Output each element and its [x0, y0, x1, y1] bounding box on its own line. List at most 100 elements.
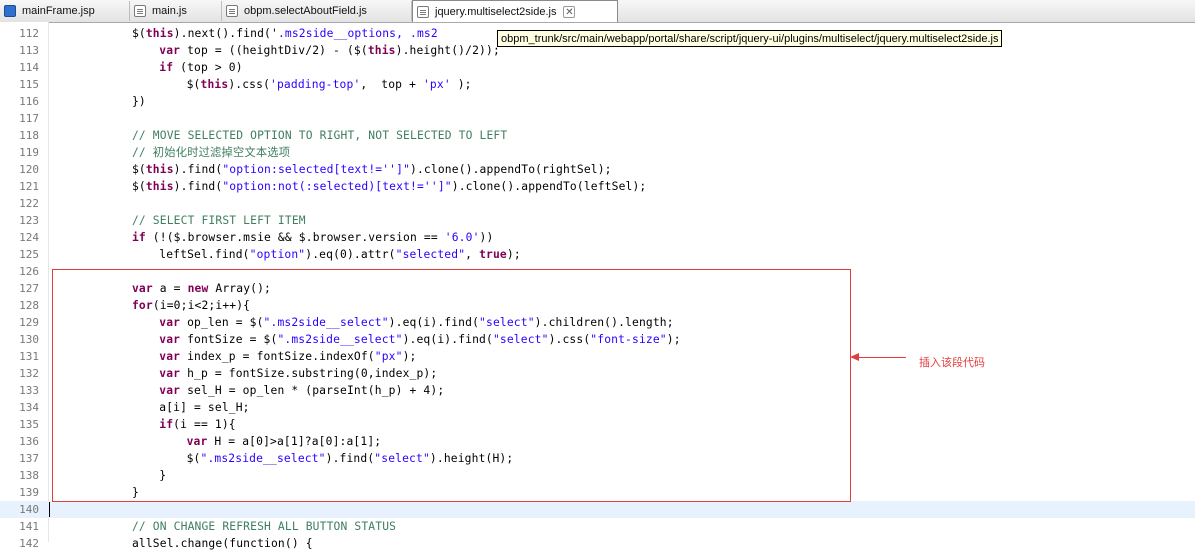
code-text: $(this).next().find('.ms2side__options, …: [132, 25, 438, 42]
close-icon[interactable]: ✕: [563, 5, 576, 18]
comment-token: // MOVE SELECTED OPTION TO RIGHT, NOT SE…: [131, 129, 508, 142]
string-token: 'px': [422, 78, 451, 91]
code-token: top = ((heightDiv/2) - ($(: [180, 44, 368, 57]
line-number: 135: [19, 418, 39, 431]
line-number: 127: [19, 282, 39, 295]
string-token: "option:not(:selected)[text!='']": [222, 180, 452, 193]
code-line[interactable]: 141 // ON CHANGE REFRESH ALL BUTTON STATU…: [0, 518, 1195, 535]
code-line[interactable]: 125 leftSel.find("option").eq(0).attr("se…: [0, 246, 1195, 263]
keyword-token: this: [367, 44, 396, 57]
code-token: ).clone().appendTo(rightSel);: [410, 163, 612, 176]
code-line[interactable]: 140: [0, 501, 1195, 518]
code-line[interactable]: 123 // SELECT FIRST LEFT ITEM: [0, 212, 1195, 229]
string-token: .ms2side__options, .ms2: [277, 27, 438, 40]
line-number: 128: [19, 299, 39, 312]
code-line[interactable]: 119 // 初始化时过滤掉空文本选项: [0, 144, 1195, 161]
line-number: 115: [19, 78, 39, 91]
code-line[interactable]: 114 if (top > 0): [0, 59, 1195, 76]
line-number: 134: [19, 401, 39, 414]
editor-tab-bar: mainFrame.jsp main.js obpm.selectAboutFi…: [0, 0, 1195, 23]
string-token: "option": [249, 248, 306, 261]
code-line[interactable]: 115 $(this).css('padding-top', top + 'px'…: [0, 76, 1195, 93]
js-file-icon: [417, 5, 429, 18]
line-number: 117: [19, 112, 39, 125]
code-text: }): [132, 93, 146, 110]
code-token: ).find(: [173, 180, 223, 193]
code-text: $(this).find("option:selected[text!='']"…: [132, 161, 612, 178]
code-token: (!($.browser.msie && $.browser.version =…: [145, 231, 445, 244]
code-line[interactable]: 124 if (!($.browser.msie && $.browser.ver…: [0, 229, 1195, 246]
line-number: 112: [19, 27, 39, 40]
line-number: 139: [19, 486, 39, 499]
code-line[interactable]: 121 $(this).find("option:not(:selected)[t…: [0, 178, 1195, 195]
code-token: , top +: [360, 78, 423, 91]
code-text: // SELECT FIRST LEFT ITEM: [132, 212, 306, 229]
code-token: $(: [131, 180, 146, 193]
keyword-token: true: [479, 248, 507, 261]
line-number: 120: [19, 163, 39, 176]
code-text: if (!($.browser.msie && $.browser.versio…: [132, 229, 493, 246]
file-path-tooltip: obpm_trunk/src/main/webapp/portal/share/…: [497, 30, 1003, 47]
code-token: ).height()/2));: [395, 44, 500, 57]
comment-token: // 初始化时过滤掉空文本选项: [131, 146, 291, 159]
line-number: 122: [19, 197, 39, 210]
code-token: );: [506, 248, 521, 261]
line-number: 140: [19, 503, 39, 516]
line-number: 129: [19, 316, 39, 329]
code-line[interactable]: 142 allSel.change(function() {: [0, 535, 1195, 552]
code-token: $(: [131, 163, 146, 176]
line-number: 133: [19, 384, 39, 397]
keyword-token: this: [200, 78, 229, 91]
line-number: 142: [19, 537, 39, 550]
code-text: $(this).find("option:not(:selected)[text…: [132, 178, 646, 195]
annotation-text: 插入该段代码: [919, 356, 985, 369]
line-number: 125: [19, 248, 39, 261]
code-token: $(: [186, 78, 201, 91]
keyword-token: this: [145, 27, 174, 40]
code-line[interactable]: 120 $(this).find("option:selected[text!='…: [0, 161, 1195, 178]
code-token: ).css(: [228, 78, 271, 91]
code-token: ,: [465, 248, 480, 261]
tab-main-js[interactable]: main.js: [130, 1, 222, 21]
code-token: );: [450, 78, 472, 91]
string-token: "option:selected[text!='']": [222, 163, 411, 176]
line-number: 137: [19, 452, 39, 465]
code-text: if (top > 0): [159, 59, 242, 76]
line-number: 114: [19, 61, 39, 74]
code-text: $(this).css('padding-top', top + 'px' );: [187, 76, 472, 93]
annotation-highlight-box: [52, 269, 851, 502]
line-number: 113: [19, 44, 39, 57]
code-line[interactable]: 117: [0, 110, 1195, 127]
comment-token: // SELECT FIRST LEFT ITEM: [131, 214, 306, 227]
line-number: 119: [19, 146, 39, 159]
keyword-token: if: [131, 231, 146, 244]
code-line[interactable]: 116}): [0, 93, 1195, 110]
code-text: // MOVE SELECTED OPTION TO RIGHT, NOT SE…: [132, 127, 507, 144]
code-text: leftSel.find("option").eq(0).attr("selec…: [159, 246, 521, 263]
string-token: 'padding-top': [270, 78, 361, 91]
keyword-token: if: [159, 61, 174, 74]
line-number: 116: [19, 95, 39, 108]
code-token: ).eq(0).attr(: [305, 248, 396, 261]
code-token: )): [479, 231, 494, 244]
tab-label: jquery.multiselect2side.js: [435, 5, 557, 18]
line-number: 136: [19, 435, 39, 448]
line-number: 130: [19, 333, 39, 346]
code-token: ).next().find(': [173, 27, 278, 40]
line-number: 132: [19, 367, 39, 380]
code-token: ).clone().appendTo(leftSel);: [451, 180, 647, 193]
tab-mainframe-jsp[interactable]: mainFrame.jsp: [0, 1, 130, 21]
keyword-token: this: [145, 163, 174, 176]
code-token: ).find(: [173, 163, 223, 176]
code-line[interactable]: 122: [0, 195, 1195, 212]
code-text: allSel.change(function() {: [132, 535, 313, 552]
code-text: var top = ((heightDiv/2) - ($(this).heig…: [159, 42, 500, 59]
comment-token: // ON CHANGE REFRESH ALL BUTTON STATUS: [131, 520, 397, 533]
code-line[interactable]: 118 // MOVE SELECTED OPTION TO RIGHT, NOT…: [0, 127, 1195, 144]
tab-jquery-multiselect2side-js[interactable]: jquery.multiselect2side.js ✕: [412, 0, 618, 22]
line-number: 126: [19, 265, 39, 278]
tab-obpm-selectaboutfield-js[interactable]: obpm.selectAboutField.js: [222, 1, 412, 21]
tab-label: main.js: [152, 5, 187, 17]
annotation-arrow-line: [858, 357, 906, 358]
annotation-arrow-head-icon: [850, 353, 859, 361]
